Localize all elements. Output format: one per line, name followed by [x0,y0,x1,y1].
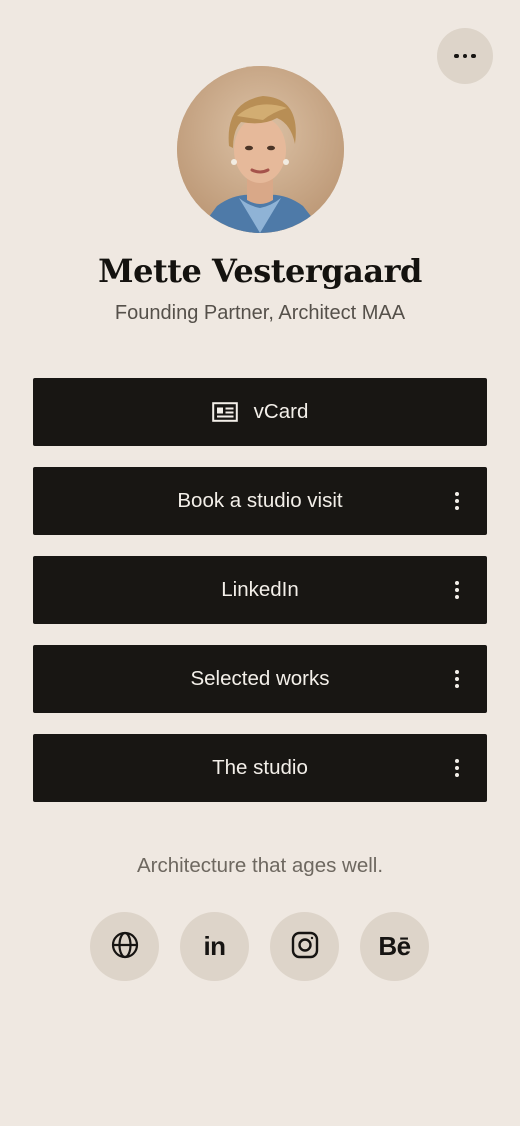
globe-icon [110,930,140,964]
behance-icon: Bē [378,931,411,961]
instagram-button[interactable] [270,912,339,981]
link-label: LinkedIn [221,578,299,601]
link-label: Selected works [190,667,330,690]
link-label: vCard [253,400,309,423]
profile-name: Mette Vestergaard [98,252,422,290]
selected-works-button[interactable]: Selected works [33,645,487,713]
profile-title: Founding Partner, Architect MAA [114,302,406,324]
linkedin-icon: in [203,931,226,961]
website-button[interactable] [90,912,159,981]
id-card-icon [211,402,238,422]
kebab-menu-icon[interactable] [451,755,463,781]
kebab-menu-icon[interactable] [451,666,463,692]
behance-button[interactable]: Bē [360,912,429,981]
vcard-button[interactable]: vCard [33,378,487,446]
social-links: in Bē [90,912,429,981]
instagram-icon [290,930,320,964]
link-label: The studio [212,756,308,779]
tagline: Architecture that ages well. [136,854,384,877]
book-studio-visit-button[interactable]: Book a studio visit [33,467,487,535]
more-dots-icon [454,53,476,59]
linkedin-link-button[interactable]: LinkedIn [33,556,487,624]
kebab-menu-icon[interactable] [451,577,463,603]
the-studio-button[interactable]: The studio [33,734,487,802]
kebab-menu-icon[interactable] [451,488,463,514]
link-label: Book a studio visit [177,489,343,512]
avatar [177,66,344,233]
linkedin-button[interactable]: in [180,912,249,981]
link-list: vCard Book a studio visit LinkedIn Selec… [33,378,487,823]
more-options-button[interactable] [437,28,493,84]
